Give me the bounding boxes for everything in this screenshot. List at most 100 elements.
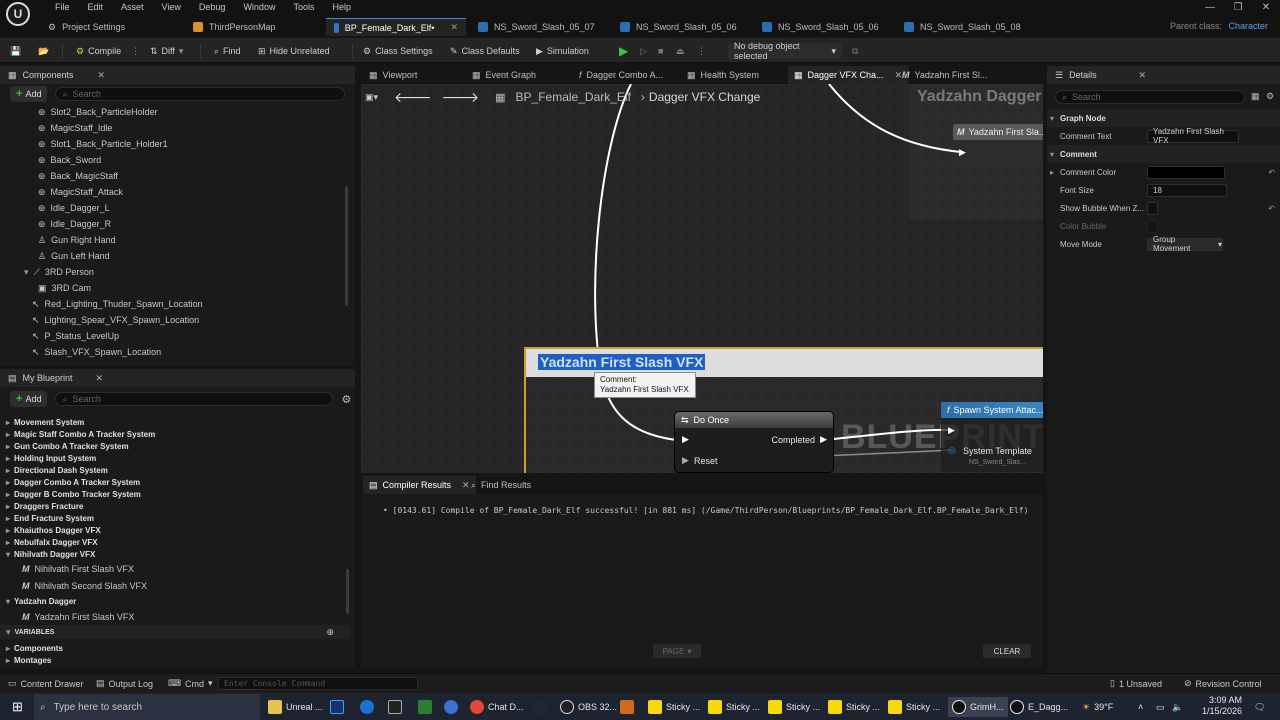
network-icon[interactable]: ▭ [1156,697,1165,717]
component-item[interactable]: ▾ ⟋ 3RD Person [0,264,345,280]
compile-button[interactable]: ⚙ Compile ⋮ [76,43,140,59]
exec-out-pin-icon[interactable]: ▶ [820,434,827,445]
breadcrumb-root[interactable]: BP_Female_Dark_Elf [516,90,631,104]
stop-icon[interactable]: ■ [658,43,663,59]
component-item[interactable]: ⊛ Idle_Dagger_L [0,200,345,216]
parent-class-link[interactable]: Character [1228,21,1268,31]
step-icon[interactable]: ▷ [640,43,647,59]
component-item[interactable]: ♙ Gun Right Hand [0,232,345,248]
app-icon[interactable] [444,700,458,714]
graph-category[interactable]: ▸ Movement System [6,416,346,428]
taskbar-app-sticky-2[interactable]: Sticky ... [708,697,760,717]
system-template-value[interactable]: NS_Sword_Slas... [969,459,1026,466]
lock-dropdown-icon[interactable]: ▣▾ [365,92,378,103]
component-item[interactable]: ⊛ Slot2_Back_ParticleHolder [0,104,345,120]
comment-section[interactable]: ▾ Comment [1047,145,1280,163]
tab-dagger-vfx-change[interactable]: ▦ Dagger VFX Cha... ✕ [788,66,909,84]
variables-header[interactable]: ▾ VARIABLES ⊕ [0,625,350,639]
tab-ns-sword-slash-0507[interactable]: NS_Sword_Slash_05_07 [470,18,610,36]
more-options-icon[interactable]: ⋮ [697,43,706,59]
object-pin-icon[interactable]: ◎ [948,445,956,456]
chevron-up-icon[interactable]: ˄ [1138,697,1143,717]
macro-item[interactable]: M Nihilvath First Slash VFX [6,560,346,577]
add-component-button[interactable]: + Add [10,86,48,102]
diff-button[interactable]: ⇅ Diff ▾ [150,43,183,59]
steam-icon[interactable] [532,700,546,714]
weather-widget[interactable]: ☀ 39°F [1082,697,1113,717]
class-defaults-button[interactable]: ✎ Class Defaults [450,43,520,59]
chevron-right-icon[interactable]: ▸ [1050,168,1054,177]
taskbar-app-sticky-1[interactable]: Sticky ... [648,697,700,717]
component-item[interactable]: ↖ Slash_VFX_Spawn_Location [0,344,345,360]
browse-icon[interactable]: 📂 [38,43,49,59]
components-search-input[interactable]: ⌕ Search [55,87,346,101]
tab-bp-female-dark-elf[interactable]: BP_Female_Dark_Elf• ✕ [326,18,466,36]
unsaved-button[interactable]: ▯ 1 Unsaved [1110,678,1162,689]
more-options-icon[interactable]: ⋮ [131,46,140,57]
console-command-input[interactable]: Enter Console Command [218,677,418,690]
close-panel-icon[interactable]: ✕ [97,70,105,81]
component-item[interactable]: ↖ P_Status_LevelUp [0,328,345,344]
notifications-icon[interactable]: 🗨 [1254,697,1265,717]
graph-category[interactable]: ▸ Directional Dash System [6,464,346,476]
component-item[interactable]: ⊛ MagicStaff_Attack [0,184,345,200]
taskbar-app-sticky-3[interactable]: Sticky ... [768,697,820,717]
reset-arrow-icon[interactable]: ↶ [1268,168,1275,177]
blueprint-search-input[interactable]: ⌕ Search [55,392,334,406]
app-icon[interactable] [360,700,374,714]
show-bubble-checkbox[interactable] [1147,201,1158,215]
table-view-icon[interactable]: ▦ [1251,91,1260,102]
tab-ns-sword-slash-0506b[interactable]: NS_Sword_Slash_05_06 [754,18,894,36]
graph-category[interactable]: ▸ Draggers Fracture [6,500,346,512]
tab-find-results[interactable]: ⌕ Find Results [465,476,537,494]
comment-title-edit[interactable]: Yadzahn First Slash VFX [538,354,706,370]
components-scrollbar[interactable] [345,186,348,306]
blueprint-graph-canvas[interactable]: ▣▾ 🡐 🡒 ▦ BP_Female_Dark_Elf › Dagger VFX… [361,84,1043,473]
class-settings-button[interactable]: ⚙ Class Settings [363,43,433,59]
menu-tools[interactable]: Tools [284,2,323,12]
forward-arrow-icon[interactable]: 🡒 [442,89,480,106]
tab-health-system[interactable]: ▦ Health System [681,66,765,84]
color-bubble-checkbox[interactable] [1147,219,1158,233]
tab-compiler-results[interactable]: ▤ Compiler Results ✕ [363,476,476,494]
component-item[interactable]: ⊛ Back_MagicStaff [0,168,345,184]
variable-category[interactable]: ▸ Components [6,642,63,654]
clock[interactable]: 3:09 AM 1/15/2026 [1196,695,1242,716]
variable-category[interactable]: ▸ Montages [6,654,63,666]
close-tab-icon[interactable]: ✕ [450,22,458,33]
do-once-header[interactable]: ⇆ Do Once [675,412,833,428]
graph-category[interactable]: ▸ Khaiuthos Dagger VFX [6,524,346,536]
unreal-logo-icon[interactable]: U [6,2,30,26]
close-window-icon[interactable]: ✕ [1254,2,1278,13]
cmd-select[interactable]: ⌨ Cmd ▾ [168,678,213,689]
component-item[interactable]: ⊛ MagicStaff_Idle [0,120,345,136]
do-once-node[interactable]: ⇆ Do Once ▶ Completed ▶ ▶ Reset [675,412,833,472]
windows-start-icon[interactable]: ⊞ [12,697,23,717]
graph-category[interactable]: ▸ Gun Combo A Tracker System [6,440,346,452]
graph-category[interactable]: ▾ Nihilvath Dagger VFX [6,548,346,560]
graph-category[interactable]: ▸ Dagger B Combo Tracker System [6,488,346,500]
chevron-down-icon[interactable]: ▾ [24,267,29,278]
graph-category[interactable]: ▸ End Fracture System [6,512,346,524]
play-icon[interactable]: ▶ [619,43,628,59]
comment-text-field[interactable]: Yadzahn First Slash VFX [1147,127,1239,145]
component-item[interactable]: ⊛ Slot1_Back_Particle_Holder1 [0,136,345,152]
close-panel-icon[interactable]: ✕ [1138,70,1146,81]
simulation-button[interactable]: ▶ Simulation [536,43,589,59]
debug-find-icon[interactable]: ⧉ [852,43,858,59]
settings-gear-icon[interactable]: ⚙ [341,393,351,406]
graph-category[interactable]: ▸ Magic Staff Combo A Tracker System [6,428,346,440]
graph-category[interactable]: ▾ Yadzahn Dagger [6,594,346,608]
graph-category[interactable]: ▸ Holding Input System [6,452,346,464]
close-panel-icon[interactable]: ✕ [95,373,103,384]
menu-file[interactable]: File [46,2,79,12]
move-mode-select[interactable]: Group Movement ▾ [1147,235,1223,253]
add-member-button[interactable]: + Add [10,391,48,407]
eject-icon[interactable]: ⏏ [676,43,685,59]
debug-object-select[interactable]: No debug object selected ▾ [728,41,842,61]
menu-edit[interactable]: Edit [79,2,113,12]
graph-node-section[interactable]: ▾ Graph Node [1047,109,1280,127]
restore-icon[interactable]: ❐ [1226,2,1250,13]
taskbar-app-obs[interactable]: OBS 32... [560,697,617,717]
spawn-node-header[interactable]: f Spawn System Attac... [941,402,1043,418]
